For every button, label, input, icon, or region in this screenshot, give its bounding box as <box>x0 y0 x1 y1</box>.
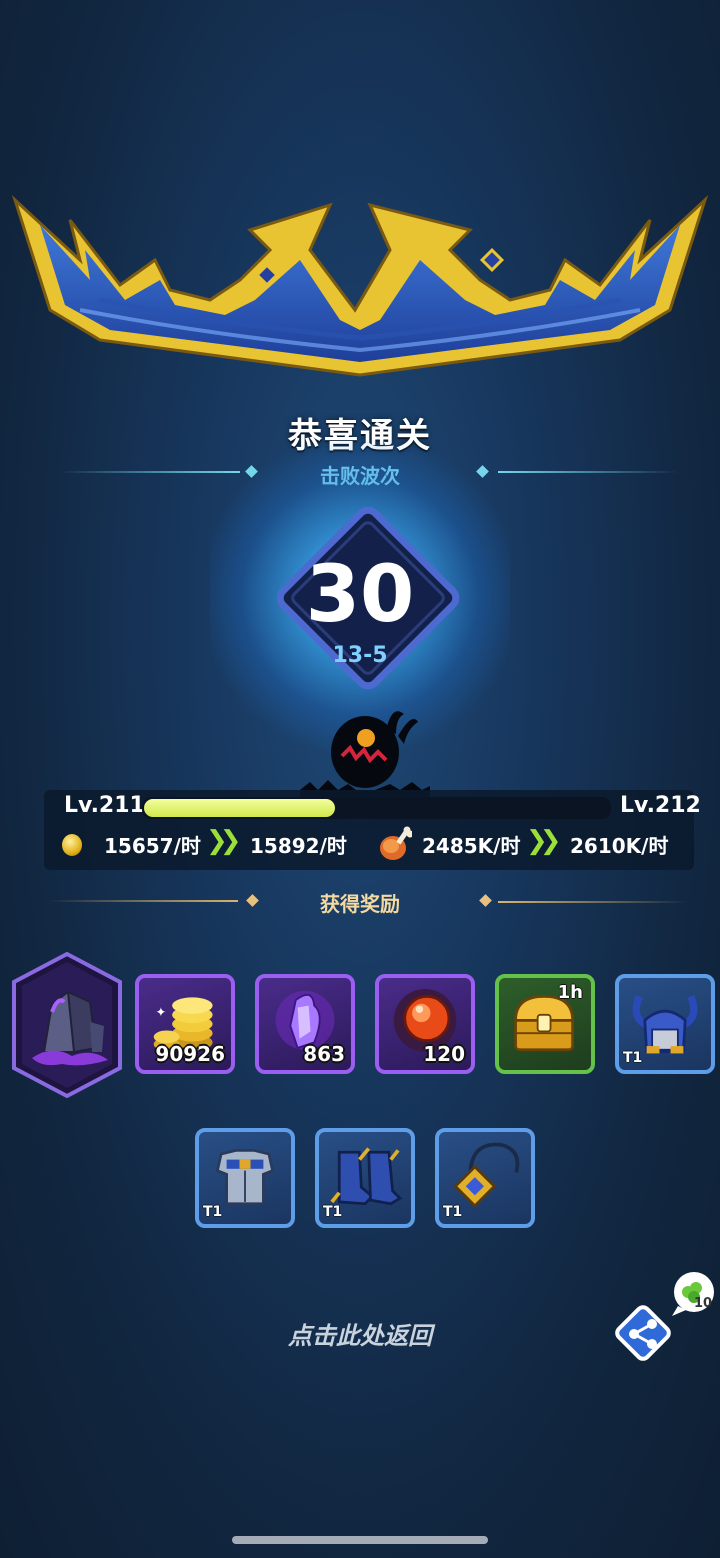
tier-tag: T1 <box>323 1204 343 1220</box>
xp-bar-fill <box>144 799 335 817</box>
gold-rate-next: 15892/时 <box>250 834 347 858</box>
share-button-icon[interactable] <box>612 1302 674 1364</box>
reward-item-helmet[interactable]: T1 <box>615 974 715 1074</box>
gold-rate-current: 15657/时 <box>104 834 201 858</box>
reward-item-chest[interactable]: 1h <box>495 974 595 1074</box>
reward-item-boots[interactable]: T1 <box>315 1128 415 1228</box>
next-level: Lv.212 <box>620 793 701 818</box>
gold-coin-icon <box>62 834 82 856</box>
bubble-count: 10 <box>694 1296 713 1311</box>
home-indicator[interactable] <box>232 1536 488 1544</box>
waves-count: 30 <box>305 550 415 640</box>
upgrade-arrow-icon: ❯❯ <box>526 826 561 856</box>
tier-tag: T1 <box>443 1204 463 1220</box>
rewards-divider-right <box>498 901 688 903</box>
food-rate-next: 2610K/时 <box>570 834 669 858</box>
monster-silhouette-icon <box>300 711 430 800</box>
xp-bar <box>142 797 611 819</box>
clover-bubble-icon <box>672 1272 714 1316</box>
reward-quantity: 863 <box>303 1042 345 1066</box>
dark-crystal-icon[interactable] <box>12 952 122 1098</box>
reward-quantity: 90926 <box>155 1042 225 1066</box>
stage-number: 13-5 <box>332 643 388 668</box>
meat-icon <box>380 826 412 860</box>
tier-tag: T1 <box>203 1204 223 1220</box>
current-level: Lv.211 <box>64 793 145 818</box>
svg-text:✦: ✦ <box>156 1006 167 1021</box>
upgrade-arrow-icon: ❯❯ <box>206 826 241 856</box>
food-rate-current: 2485K/时 <box>422 834 521 858</box>
reward-item-amulet[interactable]: T1 <box>435 1128 535 1228</box>
tier-tag: T1 <box>623 1050 643 1066</box>
reward-item-gem[interactable]: 863 <box>255 974 355 1074</box>
reward-timer-tag: 1h <box>557 982 583 1003</box>
reward-item-armor[interactable]: T1 <box>195 1128 295 1228</box>
reward-item-gold[interactable]: ✦ 90926 <box>135 974 235 1074</box>
crown-banner-icon <box>11 195 709 377</box>
divider-right <box>498 471 678 473</box>
reward-quantity: 120 <box>423 1042 465 1066</box>
reward-item-orb[interactable]: 120 <box>375 974 475 1074</box>
